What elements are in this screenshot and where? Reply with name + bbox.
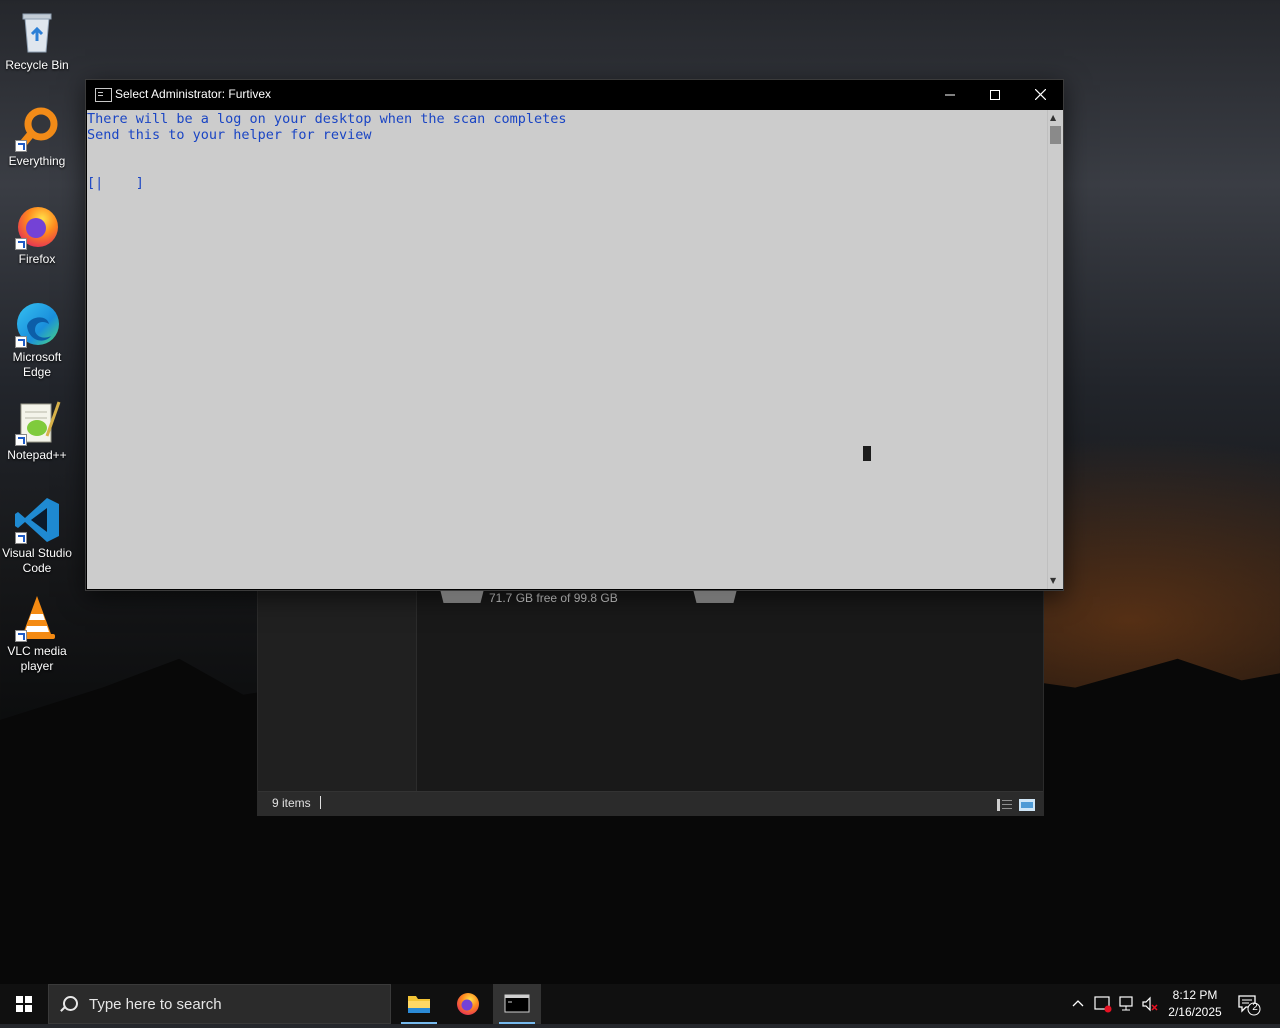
desktop-icon-notepad-plus-plus[interactable]: Notepad++ <box>0 398 74 463</box>
search-icon <box>63 996 78 1011</box>
desktop-icon-edge[interactable]: Microsoft Edge <box>0 300 74 380</box>
command-prompt-icon <box>504 994 530 1013</box>
minimize-button[interactable] <box>927 80 973 109</box>
desktop-icon-label: Firefox <box>18 252 56 266</box>
console-window[interactable]: Select Administrator: Furtivex There wil… <box>85 79 1064 591</box>
notification-count: 2 <box>1252 1002 1258 1013</box>
scrollbar-thumb[interactable] <box>1050 126 1061 144</box>
shortcut-arrow-icon <box>15 336 27 348</box>
scroll-up-icon[interactable]: ▲ <box>1050 113 1056 123</box>
desktop-icon-label: Visual Studio Code <box>2 546 72 575</box>
taskbar: Type here to search 8:12 PM 2/16/2025 2 <box>0 984 1280 1024</box>
windows-logo-icon <box>16 996 32 1012</box>
search-placeholder: Type here to search <box>89 996 222 1013</box>
desktop-icon-label: Everything <box>8 154 66 168</box>
maximize-icon <box>990 89 1000 100</box>
file-explorer-window[interactable]: 71.7 GB free of 99.8 GB 9 items <box>257 588 1044 816</box>
firefox-icon <box>13 202 61 250</box>
large-icons-view-icon[interactable] <box>1019 796 1035 811</box>
close-icon <box>1034 89 1046 100</box>
status-separator <box>320 796 321 809</box>
maximize-button[interactable] <box>972 80 1018 109</box>
navigation-pane[interactable] <box>258 589 417 792</box>
taskbar-clock[interactable]: 8:12 PM 2/16/2025 <box>1162 987 1228 1021</box>
console-line: There will be a log on your desktop when… <box>87 111 567 127</box>
minimize-icon <box>945 94 955 95</box>
desktop-icon-label: Notepad++ <box>7 448 67 462</box>
desktop-icon-label: Microsoft Edge <box>12 350 62 379</box>
folder-icon <box>408 996 430 1013</box>
desktop-icon-label: VLC media player <box>7 644 67 673</box>
console-output-area[interactable]: There will be a log on your desktop when… <box>87 110 1047 589</box>
drive-icon <box>693 589 737 603</box>
vscode-icon <box>13 496 61 544</box>
scroll-down-icon[interactable]: ▼ <box>1050 576 1056 586</box>
text-cursor <box>863 446 871 461</box>
security-alert-icon[interactable] <box>1094 995 1112 1018</box>
start-button[interactable] <box>0 984 48 1024</box>
desktop-icon-label: Recycle Bin <box>5 58 69 72</box>
notepad-plus-plus-icon <box>13 398 61 446</box>
status-bar: 9 items <box>258 791 1043 815</box>
close-button[interactable] <box>1017 80 1063 109</box>
vlc-cone-icon <box>13 594 61 642</box>
taskbar-firefox[interactable] <box>444 984 492 1024</box>
recycle-bin-icon <box>13 8 61 56</box>
network-icon[interactable] <box>1118 995 1136 1018</box>
shortcut-arrow-icon <box>15 434 27 446</box>
taskbar-file-explorer[interactable] <box>395 984 443 1024</box>
action-center-button[interactable]: 2 <box>1237 994 1261 1021</box>
console-titlebar[interactable]: Select Administrator: Furtivex <box>86 80 1063 109</box>
console-app-icon <box>95 88 112 102</box>
taskbar-search-box[interactable]: Type here to search <box>48 984 391 1024</box>
details-view-icon[interactable] <box>997 796 1013 811</box>
console-line: Send this to your helper for review <box>87 127 372 143</box>
drive-icon <box>440 589 484 603</box>
console-progress-line: [| ] <box>87 175 144 191</box>
drive-free-space: 71.7 GB free of 99.8 GB <box>489 591 618 605</box>
console-scrollbar[interactable]: ▲ ▼ <box>1047 110 1063 589</box>
shortcut-arrow-icon <box>15 140 27 152</box>
shortcut-arrow-icon <box>15 238 27 250</box>
shortcut-arrow-icon <box>15 630 27 642</box>
desktop-icon-recycle-bin[interactable]: Recycle Bin <box>0 8 74 73</box>
volume-muted-icon[interactable] <box>1141 995 1159 1018</box>
everything-search-icon <box>13 104 61 152</box>
desktop-icon-firefox[interactable]: Firefox <box>0 202 74 267</box>
desktop-icon-everything[interactable]: Everything <box>0 104 74 169</box>
clock-time: 8:12 PM <box>1172 988 1218 1002</box>
edge-icon <box>13 300 61 348</box>
firefox-icon <box>457 993 479 1015</box>
shortcut-arrow-icon <box>15 532 27 544</box>
show-hidden-icons-chevron-icon[interactable] <box>1071 996 1085 1015</box>
desktop-icon-vlc[interactable]: VLC media player <box>0 594 74 674</box>
desktop-icon-vscode[interactable]: Visual Studio Code <box>0 496 74 576</box>
taskbar-command-prompt[interactable] <box>493 984 541 1024</box>
clock-date: 2/16/2025 <box>1168 1005 1222 1019</box>
item-count: 9 items <box>272 796 311 810</box>
console-title: Select Administrator: Furtivex <box>115 87 272 101</box>
